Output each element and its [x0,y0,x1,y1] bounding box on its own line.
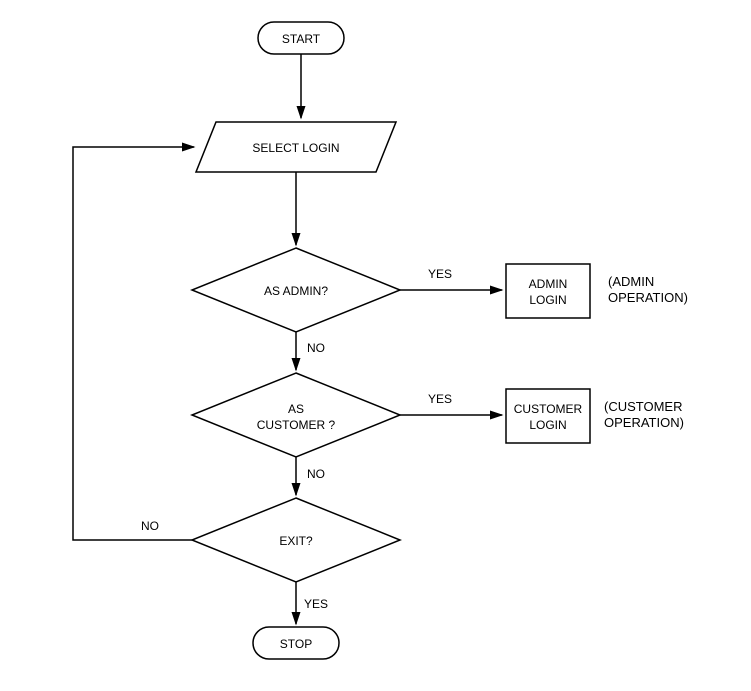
exit-yes-label: YES [304,597,328,611]
customer-no-label: NO [307,467,325,481]
as-customer-label1: AS [288,402,304,416]
exit-label: EXIT? [279,534,313,548]
as-admin-node: AS ADMIN? [192,248,400,332]
exit-node: EXIT? [192,498,400,582]
select-login-node: SELECT LOGIN [196,122,396,172]
customer-side-label2: OPERATION) [604,415,684,430]
flowchart: START SELECT LOGIN AS ADMIN? YES ADMIN L… [0,0,751,691]
admin-login-node: ADMIN LOGIN [506,264,590,318]
admin-side-label1: (ADMIN [608,274,654,289]
customer-side-label1: (CUSTOMER [604,399,682,414]
customer-login-label1: CUSTOMER [514,402,583,416]
stop-label: STOP [280,637,312,651]
exit-no-label: NO [141,519,159,533]
customer-yes-label: YES [428,392,452,406]
admin-login-label2: LOGIN [529,293,566,307]
start-node: START [258,22,344,54]
customer-login-node: CUSTOMER LOGIN [506,389,590,443]
admin-login-label1: ADMIN [529,277,568,291]
admin-side-label2: OPERATION) [608,290,688,305]
stop-node: STOP [253,627,339,659]
customer-login-label2: LOGIN [529,418,566,432]
admin-no-label: NO [307,341,325,355]
select-login-label: SELECT LOGIN [252,141,339,155]
as-customer-node: AS CUSTOMER ? [192,373,400,457]
admin-yes-label: YES [428,267,452,281]
as-customer-label2: CUSTOMER ? [257,418,336,432]
as-admin-label: AS ADMIN? [264,284,328,298]
edge-exit-no [73,147,194,540]
start-label: START [282,32,321,46]
